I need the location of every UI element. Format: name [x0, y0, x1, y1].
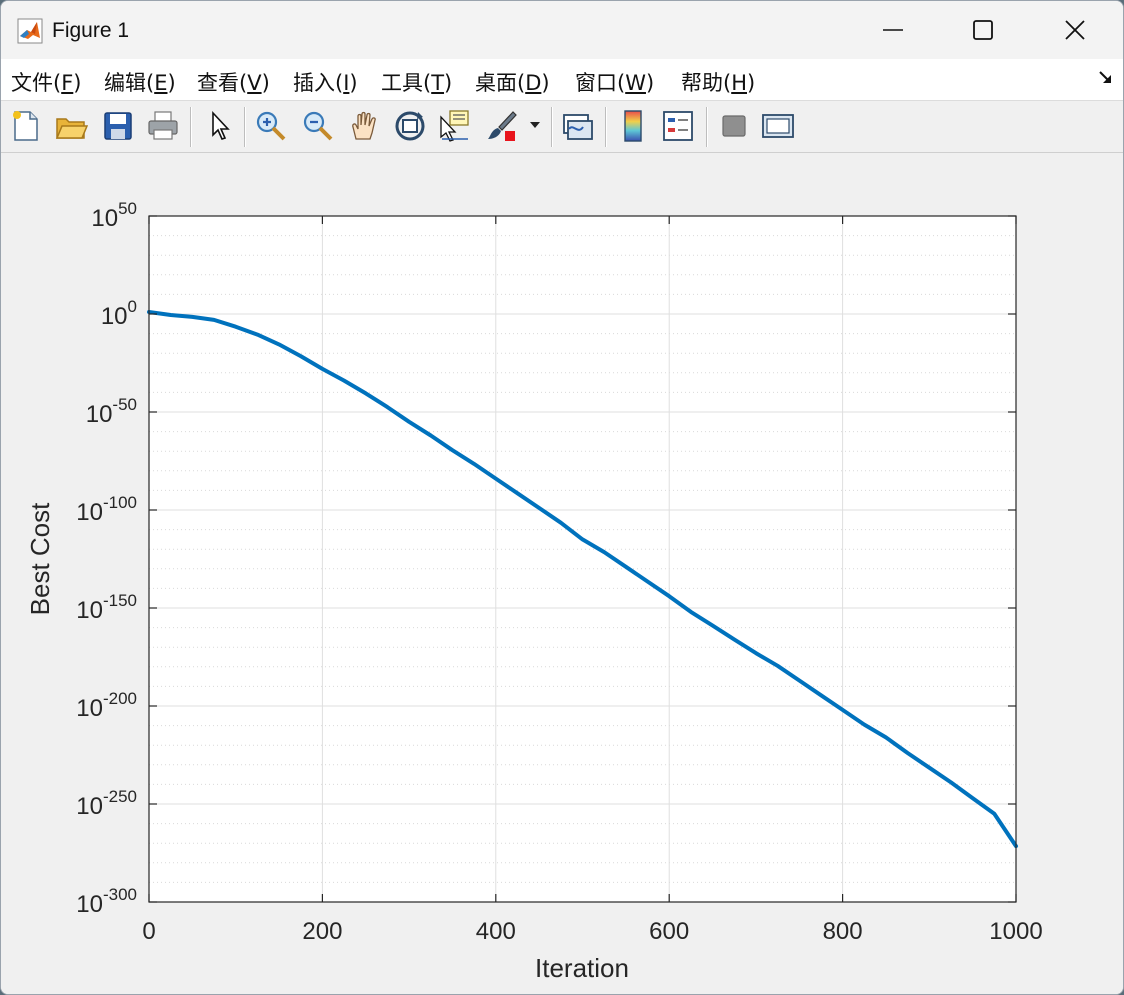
link-plot-icon[interactable]: [561, 109, 595, 143]
x-tick-label: 400: [476, 918, 516, 945]
y-tick-label: 1050: [91, 199, 137, 232]
y-tick-base: 10: [86, 401, 113, 428]
menu-edit[interactable]: 编辑(E): [104, 67, 176, 97]
edit-plot-arrow-icon[interactable]: [203, 109, 237, 143]
save-icon[interactable]: [101, 109, 135, 143]
y-tick-base: 10: [76, 597, 103, 624]
new-figure-icon[interactable]: [9, 109, 43, 143]
menu-desktop[interactable]: 桌面(D): [475, 67, 550, 97]
y-tick-base: 10: [76, 891, 103, 918]
y-tick-exponent: -50: [112, 395, 137, 414]
y-tick-label: 10-250: [76, 787, 137, 820]
menu-tools[interactable]: 工具(T): [381, 67, 452, 97]
hide-plot-tools-icon[interactable]: [717, 109, 751, 143]
x-tick-label: 1000: [989, 918, 1042, 945]
y-tick-base: 10: [91, 205, 118, 232]
x-axis-label: Iteration: [535, 953, 629, 983]
zoom-out-icon[interactable]: [301, 109, 335, 143]
print-icon[interactable]: [146, 109, 180, 143]
figure-window: Figure 1 文件(F) 编辑(E) 查看(V) 插入(I) 工具(T) 桌…: [0, 0, 1124, 995]
y-tick-exponent: -150: [103, 591, 137, 610]
y-tick-exponent: -100: [103, 493, 137, 512]
dock-arrow-icon[interactable]: [1097, 69, 1115, 87]
brush-icon[interactable]: [485, 109, 519, 143]
x-tick-label: 800: [823, 918, 863, 945]
x-tick-label: 200: [302, 918, 342, 945]
y-tick-base: 10: [76, 499, 103, 526]
y-tick-label: 10-150: [76, 591, 137, 624]
menu-file[interactable]: 文件(F): [11, 67, 82, 97]
y-tick-exponent: -200: [103, 689, 137, 708]
y-tick-exponent: 50: [118, 199, 137, 218]
x-tick-label: 600: [649, 918, 689, 945]
y-axis-label: Best Cost: [25, 502, 55, 615]
window-title: Figure 1: [52, 19, 130, 42]
pan-hand-icon[interactable]: [347, 109, 381, 143]
menu-view[interactable]: 查看(V): [197, 67, 270, 97]
data-cursor-icon[interactable]: [438, 109, 472, 143]
plot-svg: 0 200 400 600 800 1000 105010010-5010-10010-1…: [25, 199, 1043, 983]
menu-insert[interactable]: 插入(I): [293, 67, 358, 97]
y-tick-base: 10: [76, 793, 103, 820]
y-tick-label: 10-300: [76, 885, 137, 918]
y-tick-base: 10: [76, 695, 103, 722]
legend-icon[interactable]: [661, 109, 695, 143]
y-tick-label: 100: [101, 297, 137, 330]
open-file-icon[interactable]: [54, 109, 88, 143]
zoom-in-icon[interactable]: [254, 109, 288, 143]
maximize-icon: [973, 20, 993, 40]
show-plot-tools-icon[interactable]: [761, 109, 795, 143]
y-tick-base: 10: [101, 303, 128, 330]
close-icon: [1065, 20, 1085, 40]
y-tick-exponent: -300: [103, 885, 137, 904]
axes-background[interactable]: [149, 216, 1016, 902]
toolbar-separator: [605, 107, 607, 147]
toolbar-separator: [190, 107, 192, 147]
colorbar-icon[interactable]: [616, 109, 650, 143]
close-button[interactable]: [1029, 1, 1121, 59]
y-tick-label: 10-200: [76, 689, 137, 722]
toolbar-separator: [551, 107, 553, 147]
toolbar-separator: [706, 107, 708, 147]
menu-window[interactable]: 窗口(W): [575, 67, 654, 97]
maximize-button[interactable]: [937, 1, 1029, 59]
toolbar-separator: [244, 107, 246, 147]
minimize-icon: [883, 29, 903, 31]
menu-help[interactable]: 帮助(H): [681, 67, 755, 97]
title-bar[interactable]: Figure 1: [1, 1, 1123, 59]
x-tick-label: 0: [142, 918, 155, 945]
figure-toolbar: [1, 101, 1123, 153]
minimize-button[interactable]: [847, 1, 939, 59]
figure-canvas[interactable]: 0 200 400 600 800 1000 1050 100 10-50 10-100 10-1…: [1, 153, 1123, 994]
chevron-down-icon[interactable]: [525, 109, 545, 143]
y-tick-label: 10-50: [86, 395, 137, 428]
y-tick-exponent: -250: [103, 787, 137, 806]
matlab-logo-icon: [17, 18, 43, 44]
y-tick-label: 10-100: [76, 493, 137, 526]
menu-bar: 文件(F) 编辑(E) 查看(V) 插入(I) 工具(T) 桌面(D) 窗口(W…: [1, 59, 1123, 101]
rotate-3d-icon[interactable]: [393, 109, 427, 143]
y-tick-exponent: 0: [128, 297, 137, 316]
